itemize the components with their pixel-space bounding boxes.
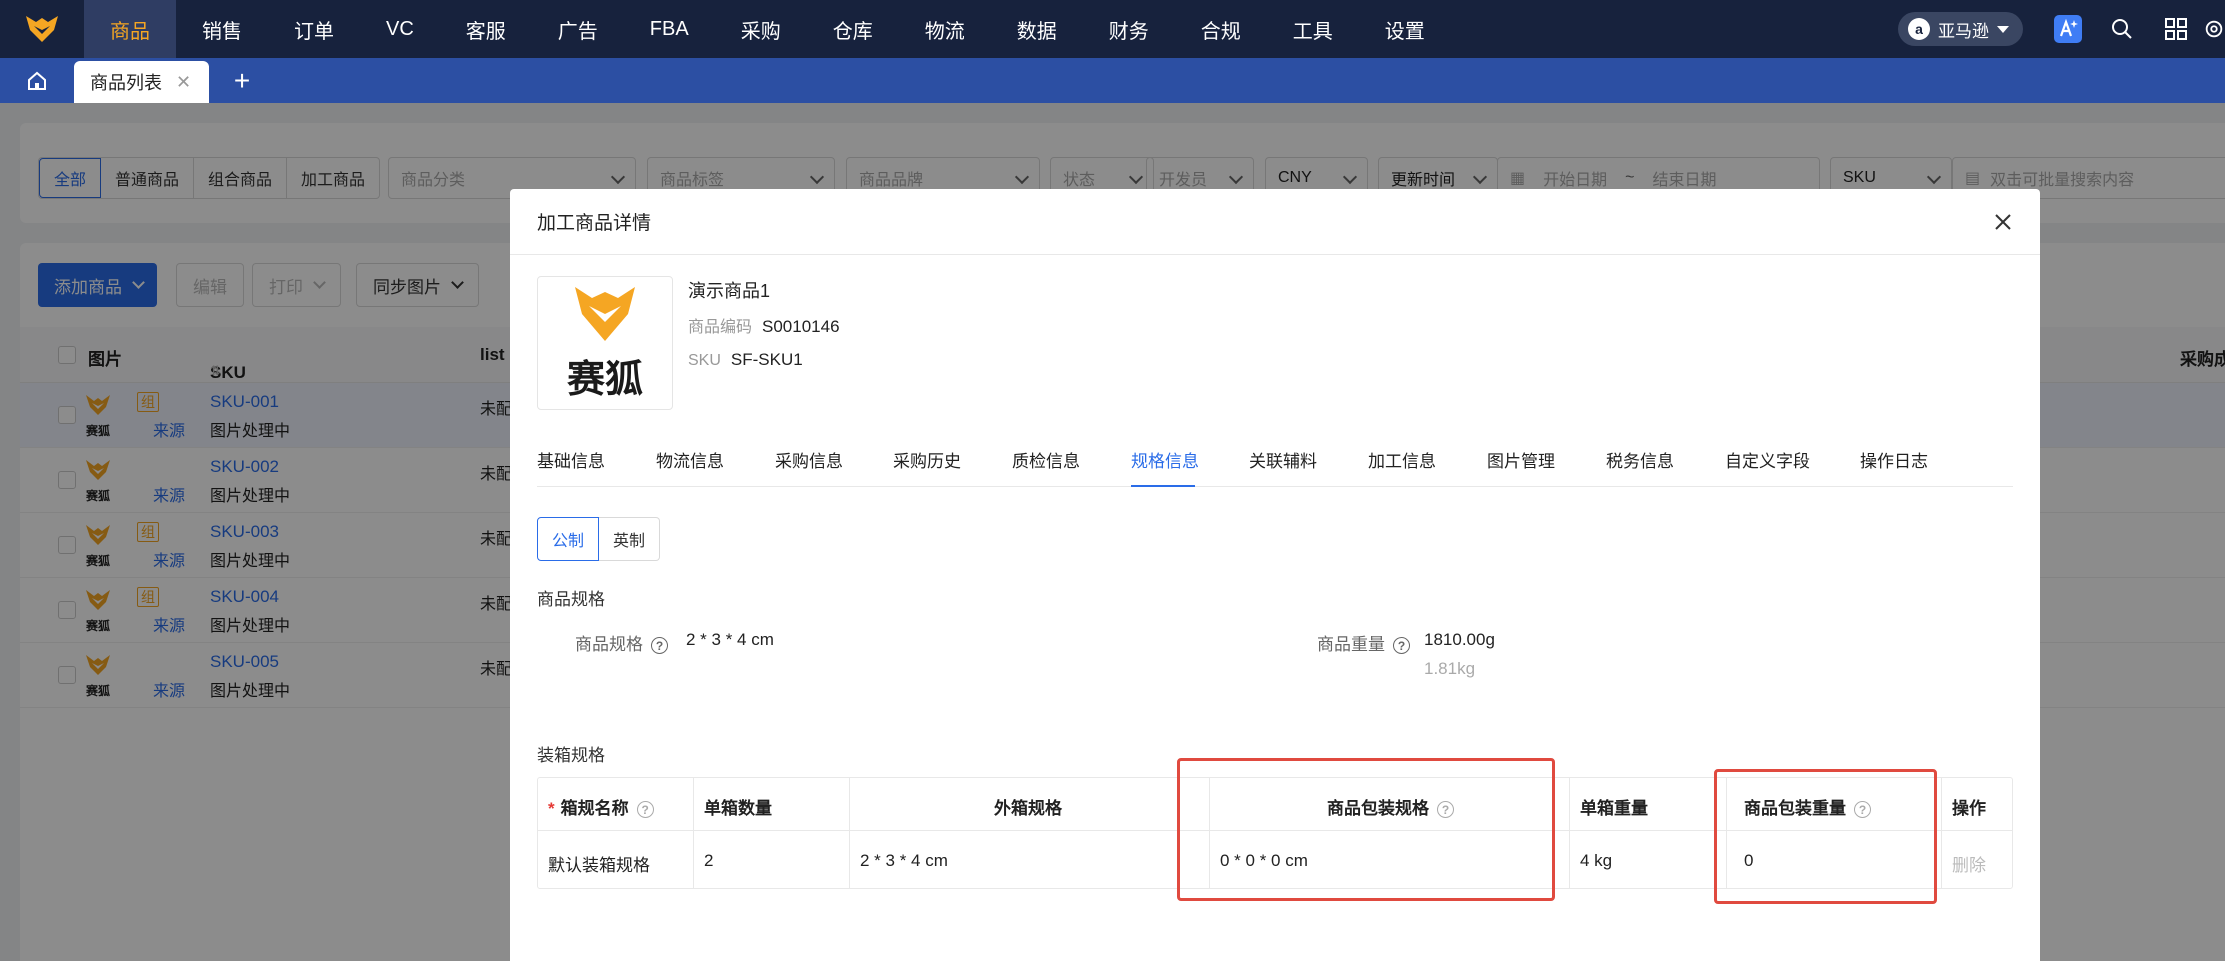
search-icon[interactable]	[2095, 0, 2149, 58]
header-actions: 操作	[1952, 799, 1986, 818]
amazon-icon: a	[1908, 18, 1930, 40]
ai-assistant-icon[interactable]	[2041, 0, 2095, 58]
header-outer-box-size: 外箱规格	[994, 799, 1062, 818]
highlight-package-weight	[1714, 769, 1937, 904]
weight-label: 商品重量	[1317, 635, 1385, 654]
highlight-package-size	[1177, 758, 1555, 901]
spec-section-title: 商品规格	[537, 590, 605, 609]
product-code-label: 商品编码	[688, 319, 753, 336]
modal-title: 加工商品详情	[537, 213, 652, 234]
col-divider	[693, 778, 694, 889]
app-logo[interactable]	[0, 0, 84, 58]
cell-qty-per-box: 2	[704, 851, 714, 870]
active-tab-indicator	[1131, 485, 1195, 487]
product-name: 演示商品1	[688, 281, 771, 301]
nav-item-ads[interactable]: 广告	[532, 0, 624, 58]
help-icon[interactable]: ?	[636, 801, 654, 819]
tab-spec-info[interactable]: 规格信息	[1131, 447, 1199, 472]
tab-qc-info[interactable]: 质检信息	[1012, 447, 1080, 472]
nav-item-purchase[interactable]: 采购	[715, 0, 807, 58]
marketplace-switcher[interactable]: a 亚马逊	[1898, 12, 2023, 46]
header-box-name: * 箱规名称?	[548, 794, 654, 819]
close-tab-icon[interactable]: ✕	[176, 72, 191, 93]
unit-metric-option[interactable]: 公制	[537, 517, 600, 561]
nav-item-warehouse[interactable]: 仓库	[807, 0, 899, 58]
nav-item-vc[interactable]: VC	[360, 0, 440, 58]
nav-item-settings[interactable]: 设置	[1359, 0, 1451, 58]
unit-toggle: 公制 英制	[537, 517, 661, 561]
product-sku-value: SF-SKU1	[730, 350, 803, 369]
product-detail-modal: 加工商品详情 赛狐 演示商品1 商品编码 S0010146 SKU SF-SKU1 …	[510, 189, 2040, 961]
cell-box-name: 默认装箱规格	[548, 856, 650, 875]
product-image: 赛狐	[537, 276, 673, 410]
tab-operation-log[interactable]: 操作日志	[1860, 447, 1928, 472]
cell-box-weight: 4 kg	[1580, 851, 1613, 870]
settings-gear-icon[interactable]	[2203, 0, 2225, 58]
tab-product-list[interactable]: 商品列表 ✕	[74, 61, 210, 103]
home-icon[interactable]	[0, 58, 74, 103]
add-tab-icon[interactable]: +	[209, 58, 275, 103]
close-icon[interactable]	[1994, 213, 2012, 231]
modal-header: 加工商品详情	[510, 189, 2040, 255]
weight-value: 1810.00g	[1424, 630, 1495, 649]
nav-item-finance[interactable]: 财务	[1083, 0, 1175, 58]
help-icon[interactable]: ?	[1393, 637, 1410, 655]
box-section-title: 装箱规格	[537, 746, 605, 765]
cell-outer-box-size: 2 * 3 * 4 cm	[860, 851, 948, 870]
fox-logo-icon	[575, 286, 635, 341]
unit-imperial-option[interactable]: 英制	[599, 517, 661, 561]
nav-item-compliance[interactable]: 合规	[1175, 0, 1267, 58]
tab-accessories[interactable]: 关联辅料	[1249, 447, 1317, 472]
product-sku-label: SKU	[688, 352, 721, 369]
product-code-value: S0010146	[762, 317, 840, 336]
tab-purchase-info[interactable]: 采购信息	[775, 447, 843, 472]
tab-image-management[interactable]: 图片管理	[1487, 447, 1555, 472]
header-box-name-label: 箱规名称	[560, 799, 629, 818]
col-divider	[1569, 778, 1570, 889]
delete-row-button[interactable]: 删除	[1952, 851, 1986, 876]
nav-item-logistics[interactable]: 物流	[899, 0, 991, 58]
weight-kg-value: 1.81kg	[1424, 659, 1476, 678]
nav-item-fba[interactable]: FBA	[624, 0, 715, 58]
col-divider	[1941, 778, 1942, 889]
tab-purchase-history[interactable]: 采购历史	[893, 447, 961, 472]
apps-grid-icon[interactable]	[2149, 0, 2203, 58]
page-tab-bar: 商品列表 ✕ +	[0, 58, 2225, 103]
product-code-row: 商品编码 S0010146	[688, 313, 840, 337]
col-divider	[849, 778, 850, 889]
help-icon[interactable]: ?	[651, 637, 668, 655]
nav-item-service[interactable]: 客服	[440, 0, 532, 58]
tab-custom-fields[interactable]: 自定义字段	[1725, 447, 1810, 472]
tab-processing-info[interactable]: 加工信息	[1368, 447, 1436, 472]
spec-label: 商品规格	[575, 635, 643, 654]
tab-basic-info[interactable]: 基础信息	[537, 447, 605, 472]
nav-item-orders[interactable]: 订单	[268, 0, 360, 58]
header-qty-per-box: 单箱数量	[704, 799, 772, 818]
product-brand-text: 赛狐	[566, 356, 643, 401]
spec-value: 2 * 3 * 4 cm	[686, 630, 774, 649]
nav-item-sales[interactable]: 销售	[176, 0, 268, 58]
marketplace-label: 亚马逊	[1938, 21, 1989, 41]
tab-tax-info[interactable]: 税务信息	[1606, 447, 1674, 472]
tab-label: 商品列表	[90, 73, 162, 93]
spec-label-row: 商品规格?	[575, 630, 668, 655]
nav-item-products[interactable]: 商品	[84, 0, 176, 58]
caret-down-icon	[1997, 25, 2009, 33]
detail-tabs: 基础信息 物流信息 采购信息 采购历史 质检信息 规格信息 关联辅料 加工信息 …	[537, 447, 2013, 487]
product-sku-row: SKU SF-SKU1	[688, 350, 803, 370]
weight-label-row: 商品重量?	[1317, 630, 1410, 655]
nav-item-tools[interactable]: 工具	[1267, 0, 1359, 58]
header-box-weight: 单箱重量	[1580, 799, 1648, 818]
nav-item-data[interactable]: 数据	[991, 0, 1083, 58]
tab-logistics-info[interactable]: 物流信息	[656, 447, 724, 472]
top-nav: 商品 销售 订单 VC 客服 广告 FBA 采购 仓库 物流 数据 财务 合规 …	[0, 0, 2225, 58]
